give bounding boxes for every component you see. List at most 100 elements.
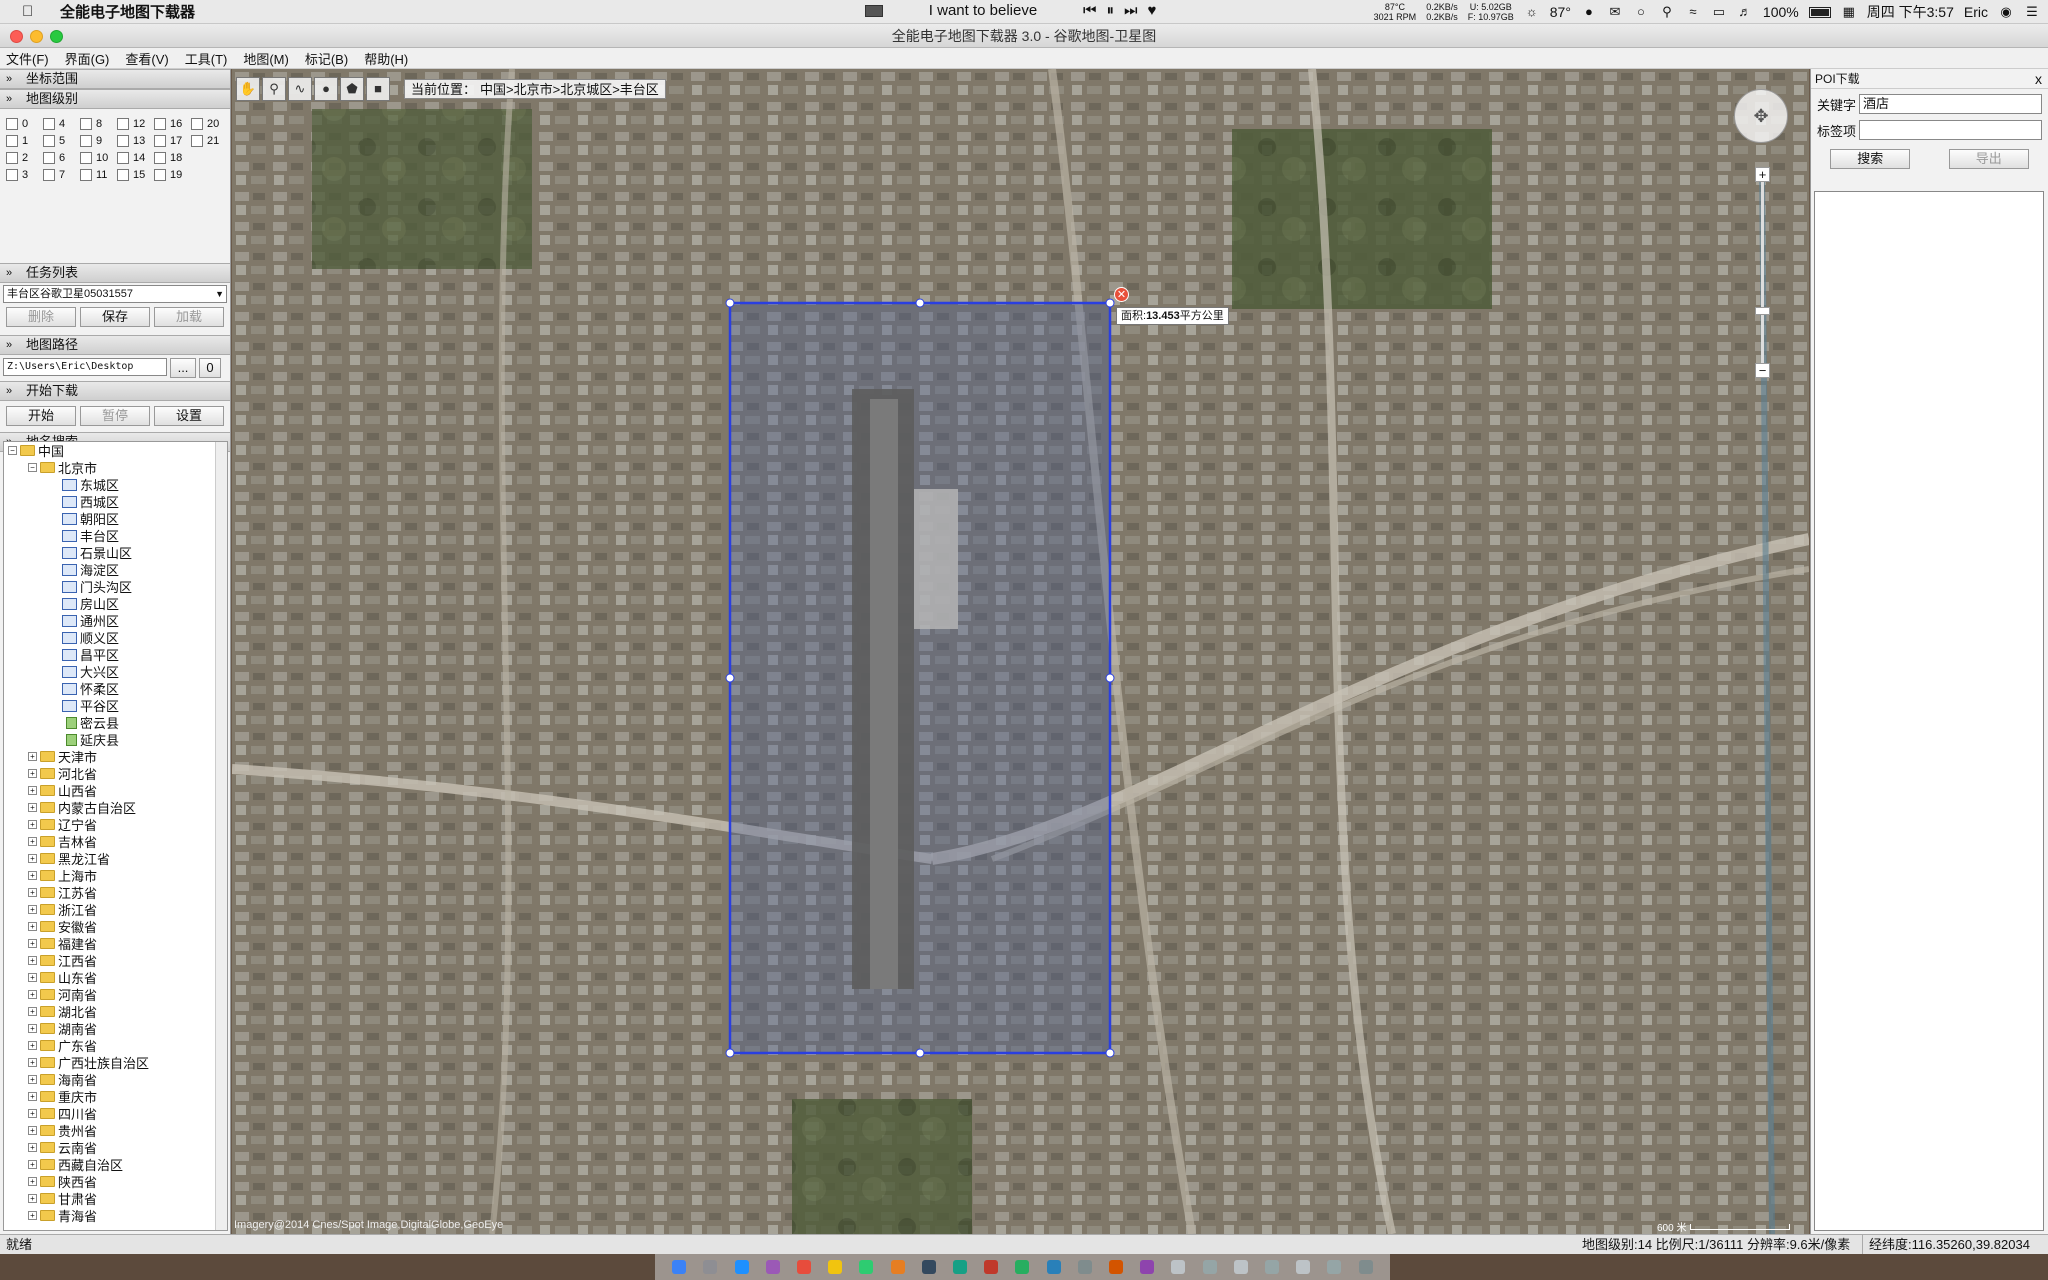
tree-node-district[interactable]: 石景山区 (4, 544, 227, 561)
map-view[interactable]: ✋ ⚲ ∿ ● ⬟ ■ 当前位置： 中国>北京市>北京城区>丰台区 ✥ + − … (232, 69, 1809, 1234)
section-coords-header[interactable]: » 坐标范围 (0, 69, 230, 89)
app-icon[interactable] (1046, 1260, 1061, 1274)
level-checkbox[interactable]: 15 (117, 166, 154, 183)
app-icon[interactable] (859, 1260, 874, 1274)
cpu-temp[interactable]: 87°C 3021 RPM (1374, 2, 1417, 22)
expand-node-icon[interactable]: + (28, 786, 37, 795)
notification-center-icon[interactable]: ☰ (2024, 5, 2040, 19)
expand-node-icon[interactable]: + (28, 1194, 37, 1203)
wechat-dock-icon[interactable] (1015, 1260, 1030, 1274)
tree-node-province[interactable]: + 江西省 (4, 952, 227, 969)
level-checkbox[interactable]: 17 (154, 132, 191, 149)
section-tasks-header[interactable]: » 任务列表 (0, 263, 230, 283)
expand-node-icon[interactable]: + (28, 888, 37, 897)
message-icon[interactable]: ✉ (1607, 5, 1623, 19)
close-window-button[interactable] (10, 30, 23, 43)
menu-file[interactable]: 文件(F) (6, 49, 49, 68)
tree-node-county[interactable]: 延庆县 (4, 731, 227, 748)
expand-node-icon[interactable]: + (28, 1160, 37, 1169)
zoom-window-button[interactable] (50, 30, 63, 43)
app-icon[interactable] (890, 1260, 905, 1274)
tree-node-district[interactable]: 大兴区 (4, 663, 227, 680)
battery-percent[interactable]: 100% (1763, 4, 1799, 20)
expand-node-icon[interactable]: + (28, 990, 37, 999)
settings-button[interactable]: 设置 (154, 406, 224, 426)
poi-search-button[interactable]: 搜索 (1830, 149, 1911, 169)
level-checkbox[interactable]: 11 (80, 166, 117, 183)
battery-icon[interactable] (1808, 6, 1831, 18)
expand-node-icon[interactable]: + (28, 769, 37, 778)
poi-export-button[interactable]: 导出 (1948, 149, 2029, 169)
airplay-icon[interactable]: ▭ (1711, 5, 1727, 19)
menu-map[interactable]: 地图(M) (243, 49, 289, 68)
zoom-slider[interactable]: + − (1755, 167, 1770, 378)
start-download-button[interactable]: 开始 (6, 406, 76, 426)
tree-node-province[interactable]: + 江苏省 (4, 884, 227, 901)
expand-node-icon[interactable]: + (28, 1024, 37, 1033)
app-icon[interactable] (1327, 1260, 1342, 1274)
app-icon[interactable] (1233, 1260, 1248, 1274)
app-icon[interactable] (1140, 1260, 1155, 1274)
tree-node-district[interactable]: 通州区 (4, 612, 227, 629)
expand-node-icon[interactable]: + (28, 1109, 37, 1118)
load-task-button[interactable]: 加载 (154, 307, 224, 327)
disk-usage[interactable]: U: 5.02GB F: 10.97GB (1468, 2, 1514, 22)
tree-node-province[interactable]: + 福建省 (4, 935, 227, 952)
app-icon[interactable] (1171, 1260, 1186, 1274)
pause-icon[interactable]: ⏸ (1107, 2, 1115, 19)
heart-icon[interactable]: ♥ (1148, 2, 1157, 19)
poi-results-list[interactable] (1814, 191, 2044, 1231)
expand-node-icon[interactable]: + (28, 1075, 37, 1084)
tree-node-province[interactable]: + 湖南省 (4, 1020, 227, 1037)
tree-node-province[interactable]: + 西藏自治区 (4, 1156, 227, 1173)
app-icon[interactable] (1109, 1260, 1124, 1274)
tree-node-province[interactable]: + 陕西省 (4, 1173, 227, 1190)
tree-node-province[interactable]: + 安徽省 (4, 918, 227, 935)
task-select[interactable]: 丰台区谷歌卫星05031557 ▼ (3, 285, 227, 303)
tree-node-province[interactable]: + 海南省 (4, 1071, 227, 1088)
app-icon[interactable] (797, 1260, 812, 1274)
tree-node-district[interactable]: 顺义区 (4, 629, 227, 646)
path-input[interactable]: Z:\Users\Eric\Desktop (3, 358, 167, 376)
tree-node-province[interactable]: + 青海省 (4, 1207, 227, 1224)
expand-node-icon[interactable]: + (28, 1041, 37, 1050)
level-checkbox[interactable]: 6 (43, 149, 80, 166)
app-icon[interactable] (1265, 1260, 1280, 1274)
tree-node-province[interactable]: + 上海市 (4, 867, 227, 884)
level-checkbox[interactable]: 14 (117, 149, 154, 166)
expand-node-icon[interactable]: + (28, 922, 37, 931)
close-poi-panel-icon[interactable]: x (2035, 69, 2042, 89)
delete-selection-icon[interactable]: ✕ (1114, 287, 1129, 302)
tree-node-china[interactable]: − 中国 (4, 442, 227, 459)
expand-node-icon[interactable]: + (28, 1211, 37, 1220)
weather-temp[interactable]: 87° (1550, 4, 1571, 20)
expand-node-icon[interactable]: + (28, 837, 37, 846)
tree-node-province[interactable]: + 河北省 (4, 765, 227, 782)
previous-track-icon[interactable]: ⏮ (1083, 2, 1097, 19)
qq-icon[interactable]: ● (1581, 5, 1597, 19)
zoom-in-button[interactable]: + (1755, 167, 1770, 182)
app-icon[interactable] (1202, 1260, 1217, 1274)
tree-node-province[interactable]: + 吉林省 (4, 833, 227, 850)
tree-node-province[interactable]: + 天津市 (4, 748, 227, 765)
polyline-icon[interactable]: ∿ (288, 77, 312, 101)
tree-node-district[interactable]: 西城区 (4, 493, 227, 510)
rectangle-icon[interactable]: ■ (366, 77, 390, 101)
next-track-icon[interactable]: ⏭ (1124, 2, 1138, 19)
tree-node-district[interactable]: 平谷区 (4, 697, 227, 714)
user-name[interactable]: Eric (1964, 4, 1988, 20)
tree-node-province[interactable]: + 广东省 (4, 1037, 227, 1054)
clock[interactable]: 周四 下午3:57 (1867, 2, 1954, 22)
level-checkbox[interactable]: 10 (80, 149, 117, 166)
level-checkbox[interactable]: 16 (154, 115, 191, 132)
tree-node-district[interactable]: 朝阳区 (4, 510, 227, 527)
app-icon[interactable] (1296, 1260, 1311, 1274)
level-checkbox[interactable]: 18 (154, 149, 191, 166)
input-method-icon[interactable]: ▦ (1841, 5, 1857, 19)
network-speed[interactable]: 0.2KB/s 0.2KB/s (1426, 2, 1458, 22)
level-checkbox[interactable]: 5 (43, 132, 80, 149)
level-checkbox[interactable]: 8 (80, 115, 117, 132)
wechat-icon[interactable]: ○ (1633, 5, 1649, 19)
tree-node-province[interactable]: + 黑龙江省 (4, 850, 227, 867)
level-checkbox[interactable]: 3 (6, 166, 43, 183)
